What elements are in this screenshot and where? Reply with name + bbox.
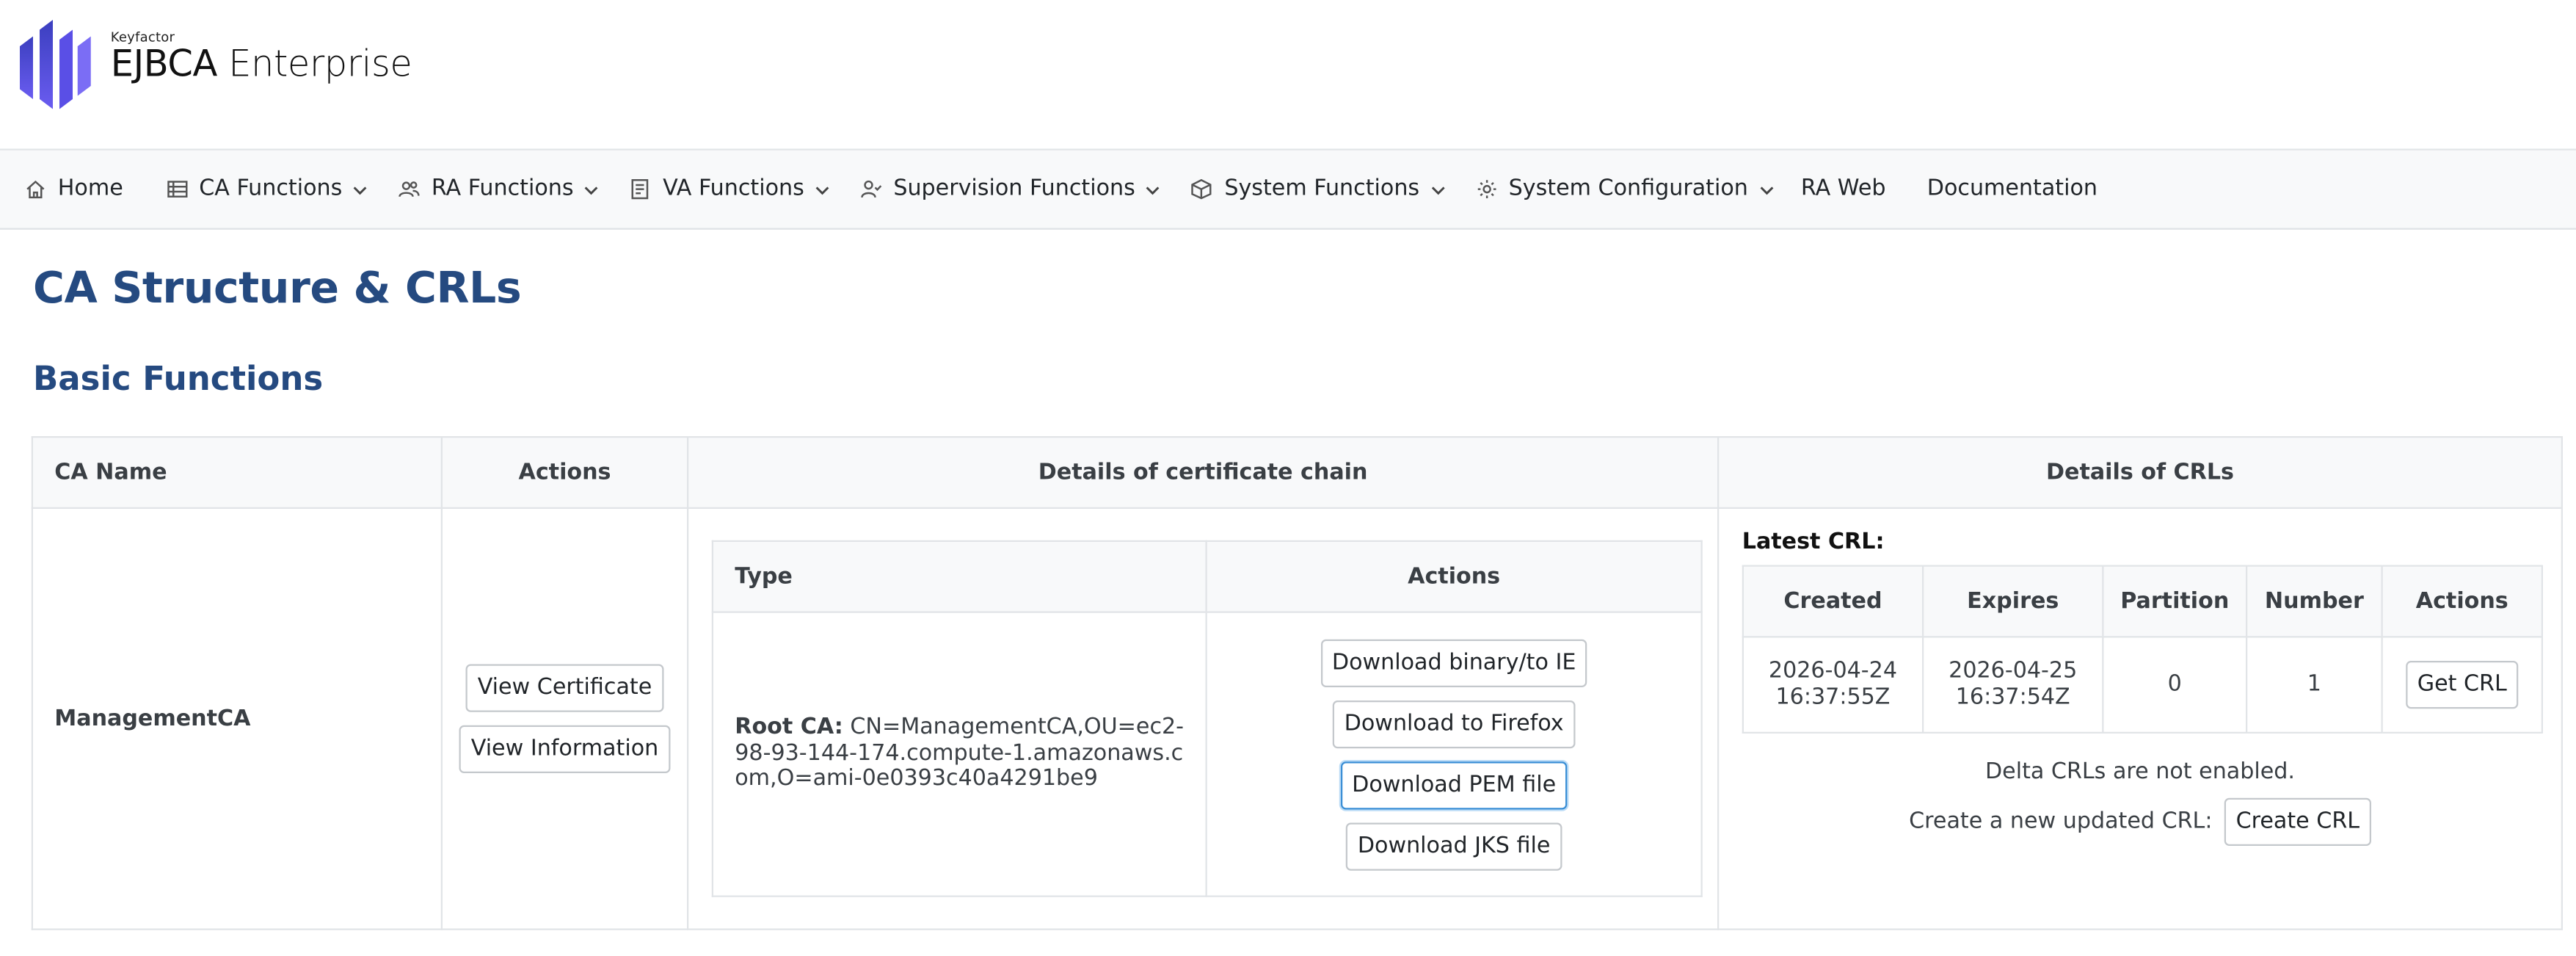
nav-system-functions[interactable]: System Functions	[1191, 177, 1446, 202]
header-chain: Details of certificate chain	[687, 436, 1720, 509]
crl-header-created: Created	[1742, 565, 1924, 638]
create-crl-row: Create a new updated CRL: Create CRL	[1742, 797, 2539, 846]
nav-system-functions-label: System Functions	[1224, 176, 1420, 202]
download-firefox-button[interactable]: Download to Firefox	[1332, 699, 1576, 748]
view-information-button[interactable]: View Information	[459, 725, 670, 773]
view-certificate-button[interactable]: View Certificate	[465, 664, 664, 712]
chain-header-type: Type	[711, 540, 1207, 613]
nav-va-functions[interactable]: VA Functions	[630, 177, 831, 202]
header-ca-name: CA Name	[31, 436, 443, 509]
page-title: CA Structure & CRLs	[33, 264, 522, 314]
users-icon	[399, 178, 421, 200]
ejbca-logo-icon	[20, 20, 91, 109]
header-crls: Details of CRLs	[1717, 436, 2563, 509]
download-jks-button[interactable]: Download JKS file	[1346, 822, 1562, 870]
crl-expires-date: 2026-04-25	[1949, 659, 2078, 684]
nav-home-label: Home	[57, 176, 123, 202]
crl-expires-time: 16:37:54Z	[1955, 684, 2070, 710]
chain-type-label: Root CA:	[735, 715, 843, 741]
nav-ra-functions[interactable]: RA Functions	[399, 177, 600, 202]
chevron-down-icon	[1145, 181, 1162, 198]
create-crl-label: Create a new updated CRL:	[1909, 809, 2213, 835]
list-icon	[166, 178, 187, 200]
table-row: Root CA: CN=ManagementCA,OU=ec2-98-93-14…	[711, 611, 1703, 897]
nav-ra-functions-label: RA Functions	[431, 176, 574, 202]
nav-home[interactable]: Home	[25, 177, 123, 202]
chevron-down-icon	[1430, 181, 1447, 198]
chain-actions-cell: Download binary/to IE Download to Firefo…	[1205, 611, 1703, 897]
table-row: ManagementCA View Certificate View Infor…	[31, 507, 2563, 930]
chain-header-actions: Actions	[1205, 540, 1703, 613]
download-binary-button[interactable]: Download binary/to IE	[1320, 638, 1588, 687]
delta-crl-note: Delta CRLs are not enabled.	[1984, 760, 2296, 785]
nav-ca-functions-label: CA Functions	[199, 176, 343, 202]
section-title: Basic Functions	[33, 358, 324, 399]
home-icon	[25, 178, 46, 200]
crl-table: Created Expires Partition Number Actions…	[1742, 565, 2543, 734]
chain-cell: Type Actions Root CA: CN=ManagementCA,OU…	[687, 507, 1720, 930]
crl-number-cell: 1	[2246, 636, 2383, 734]
keyfactor-logo[interactable]: Keyfactor EJBCA Enterprise	[20, 17, 412, 109]
latest-crl-label: Latest CRL:	[1742, 530, 1885, 555]
crl-cell: Latest CRL: Created Expires Partition Nu…	[1717, 507, 2563, 930]
cube-icon	[1191, 178, 1212, 200]
nav-ra-web[interactable]: RA Web	[1801, 177, 1886, 202]
chevron-down-icon	[1758, 181, 1775, 198]
crl-created-cell: 2026-04-24 16:37:55Z	[1742, 636, 1924, 734]
download-pem-button[interactable]: Download PEM file	[1340, 761, 1568, 809]
crl-header-actions: Actions	[2381, 565, 2543, 638]
nav-supervision-functions-label: Supervision Functions	[893, 176, 1135, 202]
ca-table: CA Name Actions Details of certificate c…	[31, 436, 2563, 930]
nav-ra-web-label: RA Web	[1800, 176, 1886, 202]
ca-actions-cell: View Certificate View Information	[440, 507, 689, 930]
gear-icon	[1476, 178, 1497, 200]
crl-actions-cell: Get CRL	[2381, 636, 2543, 734]
nav-system-configuration-label: System Configuration	[1508, 176, 1748, 202]
create-crl-button[interactable]: Create CRL	[2224, 797, 2371, 846]
nav-supervision-functions[interactable]: Supervision Functions	[860, 177, 1162, 202]
user-check-icon	[860, 178, 882, 200]
logo-product-text: EJBCA Enterprise	[110, 44, 412, 86]
nav-documentation[interactable]: Documentation	[1927, 177, 2097, 202]
crl-header-number: Number	[2246, 565, 2383, 638]
chain-table: Type Actions Root CA: CN=ManagementCA,OU…	[711, 540, 1703, 897]
crl-expires-cell: 2026-04-25 16:37:54Z	[1922, 636, 2104, 734]
header-actions: Actions	[440, 436, 689, 509]
get-crl-button[interactable]: Get CRL	[2405, 661, 2519, 709]
nav-va-functions-label: VA Functions	[663, 176, 804, 202]
chevron-down-icon	[814, 181, 831, 198]
crl-header-partition: Partition	[2102, 565, 2248, 638]
nav-system-configuration[interactable]: System Configuration	[1476, 177, 1775, 202]
crl-created-time: 16:37:55Z	[1775, 684, 1891, 710]
table-header-row: CA Name Actions Details of certificate c…	[31, 436, 2563, 509]
chain-type-cell: Root CA: CN=ManagementCA,OU=ec2-98-93-14…	[711, 611, 1207, 897]
document-icon	[630, 178, 651, 200]
nav-documentation-label: Documentation	[1926, 176, 2098, 202]
logo-brand-text: Keyfactor	[110, 29, 175, 45]
chevron-down-icon	[352, 181, 369, 198]
main-nav: Home CA Functions RA Functions VA Functi…	[0, 148, 2576, 230]
chevron-down-icon	[583, 181, 600, 198]
nav-ca-functions[interactable]: CA Functions	[166, 177, 368, 202]
crl-header-expires: Expires	[1922, 565, 2104, 638]
ca-name-cell: ManagementCA	[31, 507, 443, 930]
crl-partition-cell: 0	[2102, 636, 2248, 734]
crl-created-date: 2026-04-24	[1768, 659, 1898, 684]
table-row: 2026-04-24 16:37:55Z 2026-04-25 16:37:54Z …	[1742, 636, 2543, 734]
